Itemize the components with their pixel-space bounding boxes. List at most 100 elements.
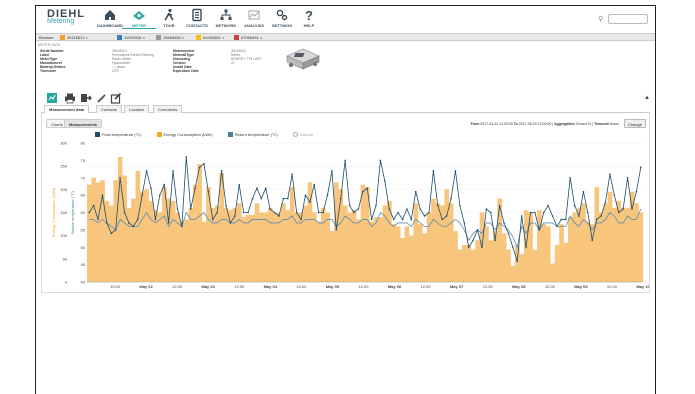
flow-temperature-line-point bbox=[401, 218, 404, 221]
edit-icon[interactable] bbox=[110, 92, 122, 104]
pencil-icon[interactable] bbox=[96, 92, 108, 104]
flow-temperature-line-point bbox=[520, 215, 523, 217]
collapse-icon[interactable]: ▲ bbox=[644, 95, 650, 101]
meter-tab[interactable]: 61054561 × bbox=[196, 35, 224, 41]
energy-bar bbox=[95, 182, 101, 282]
legend-item[interactable]: Return temperature (°C) bbox=[227, 132, 278, 138]
energy-bar bbox=[237, 203, 242, 282]
nav-help[interactable]: ? HELP bbox=[292, 8, 326, 28]
export-icon[interactable] bbox=[80, 92, 92, 104]
flow-temperature-line-point bbox=[163, 183, 166, 186]
flow-temperature-line-point bbox=[419, 208, 421, 210]
meter-tab[interactable]: 67056451 × bbox=[234, 35, 262, 41]
energy-bar bbox=[170, 200, 176, 282]
flow-temperature-line-point bbox=[317, 211, 320, 214]
timeunit-value[interactable]: Hours bbox=[610, 122, 619, 126]
x-tick-label: May 04 bbox=[264, 284, 278, 289]
meter-tab-icon bbox=[196, 35, 201, 41]
meter-tab[interactable]: 15665482 × bbox=[156, 35, 184, 41]
energy-bar bbox=[448, 203, 454, 282]
y-left-tick-label: 250 bbox=[60, 164, 67, 169]
logo-text: DIEHL bbox=[47, 8, 85, 20]
chart-view-icon[interactable] bbox=[46, 92, 58, 104]
x-tick-label: May 10 bbox=[636, 284, 649, 289]
legend-label: Volume bbox=[299, 132, 314, 137]
print-icon[interactable] bbox=[64, 92, 76, 104]
flow-temperature-line-point bbox=[313, 183, 316, 186]
meter-tab[interactable]: 39116511 × bbox=[60, 35, 88, 41]
y-left-tick-label: 0 bbox=[65, 280, 68, 285]
search-icon[interactable]: ⚲ bbox=[598, 15, 603, 23]
flow-temperature-line-point bbox=[128, 222, 130, 224]
meter-tab-icon bbox=[234, 35, 239, 41]
aggregation-value[interactable]: Closed To bbox=[576, 122, 592, 126]
energy-bar bbox=[532, 249, 538, 282]
flow-temperature-line-point bbox=[185, 156, 188, 158]
logo[interactable]: DIEHL Metering bbox=[47, 8, 85, 26]
energy-bar bbox=[506, 249, 511, 282]
x-tick-label: May 02 bbox=[139, 284, 153, 289]
flow-temperature-line-point bbox=[459, 204, 461, 207]
flow-temperature-line-point bbox=[269, 208, 271, 210]
energy-bar bbox=[581, 203, 586, 282]
energy-bar bbox=[519, 254, 525, 282]
analysis-icon bbox=[248, 10, 260, 20]
legend-swatch bbox=[227, 132, 233, 138]
legend-item[interactable]: Energy Consumption (kWh) bbox=[156, 132, 213, 138]
to-label: To bbox=[513, 122, 518, 126]
energy-bar bbox=[316, 221, 322, 282]
info-value: SHARKY 775 LoRT bbox=[231, 57, 262, 62]
walk-icon bbox=[164, 8, 174, 21]
x-tick-label: May 08 bbox=[512, 284, 526, 289]
energy-bar bbox=[554, 244, 560, 282]
nav-meter[interactable]: METER bbox=[122, 8, 156, 29]
tab-location[interactable]: Location bbox=[124, 105, 150, 113]
flow-temperature-line-point bbox=[348, 204, 351, 207]
flow-temperature-line-point bbox=[481, 246, 483, 249]
flow-temperature-line-point bbox=[97, 218, 99, 221]
energy-bar bbox=[148, 200, 154, 282]
energy-bar bbox=[157, 212, 163, 282]
x-tick-label: 12:00 bbox=[234, 284, 245, 289]
energy-bar bbox=[541, 224, 547, 282]
browser-tab[interactable]: Browser bbox=[39, 35, 54, 40]
flow-temperature-line-point bbox=[529, 211, 532, 214]
flow-temperature-line-point bbox=[600, 215, 602, 217]
flow-temperature-line-point bbox=[609, 173, 611, 176]
tab-contacts[interactable]: Contacts bbox=[96, 105, 122, 113]
legend-item[interactable]: Flow temperature (°C) bbox=[95, 132, 141, 138]
flow-temperature-line-point bbox=[331, 170, 333, 172]
y-right-tick-label: 40 bbox=[81, 280, 86, 285]
tab-measurement-data[interactable]: Measurement data bbox=[44, 105, 90, 113]
flow-temperature-line-point bbox=[154, 218, 157, 221]
energy-bar bbox=[192, 184, 198, 282]
flow-temperature-line-point bbox=[622, 208, 624, 210]
timeunit-label: Timeunit bbox=[594, 122, 609, 126]
search-input[interactable] bbox=[608, 14, 648, 24]
tab-measurements[interactable]: Measurements bbox=[64, 119, 103, 128]
to-value[interactable]: 2017-05-20 12:00:00 bbox=[519, 122, 552, 126]
energy-bar bbox=[620, 207, 626, 282]
legend-swatch bbox=[95, 132, 100, 138]
from-value[interactable]: 2017-04-22 12:00:00 bbox=[480, 122, 513, 126]
energy-bar bbox=[501, 233, 507, 282]
flow-temperature-line-point bbox=[560, 218, 563, 221]
energy-bar bbox=[391, 224, 397, 282]
energy-bar bbox=[515, 244, 520, 282]
energy-bar bbox=[214, 205, 220, 282]
home-icon bbox=[105, 10, 115, 20]
change-button[interactable]: Change bbox=[623, 119, 646, 128]
energy-bar bbox=[254, 203, 260, 282]
meter-tab[interactable]: 11053916 × bbox=[117, 35, 145, 41]
flow-temperature-line-point bbox=[485, 208, 488, 210]
x-tick-label: 12:00 bbox=[483, 284, 494, 289]
flow-temperature-line-point bbox=[88, 211, 91, 214]
energy-bar bbox=[241, 217, 247, 282]
energy-bar bbox=[422, 233, 427, 282]
flow-temperature-line-point bbox=[159, 194, 161, 196]
tab-comments[interactable]: Comments bbox=[153, 105, 183, 113]
flow-temperature-line-point bbox=[225, 204, 227, 207]
legend-item[interactable]: Volume bbox=[292, 132, 314, 138]
flow-temperature-line-point bbox=[229, 222, 232, 224]
y-right-axis-title: Return temperature (°C) bbox=[70, 190, 75, 234]
